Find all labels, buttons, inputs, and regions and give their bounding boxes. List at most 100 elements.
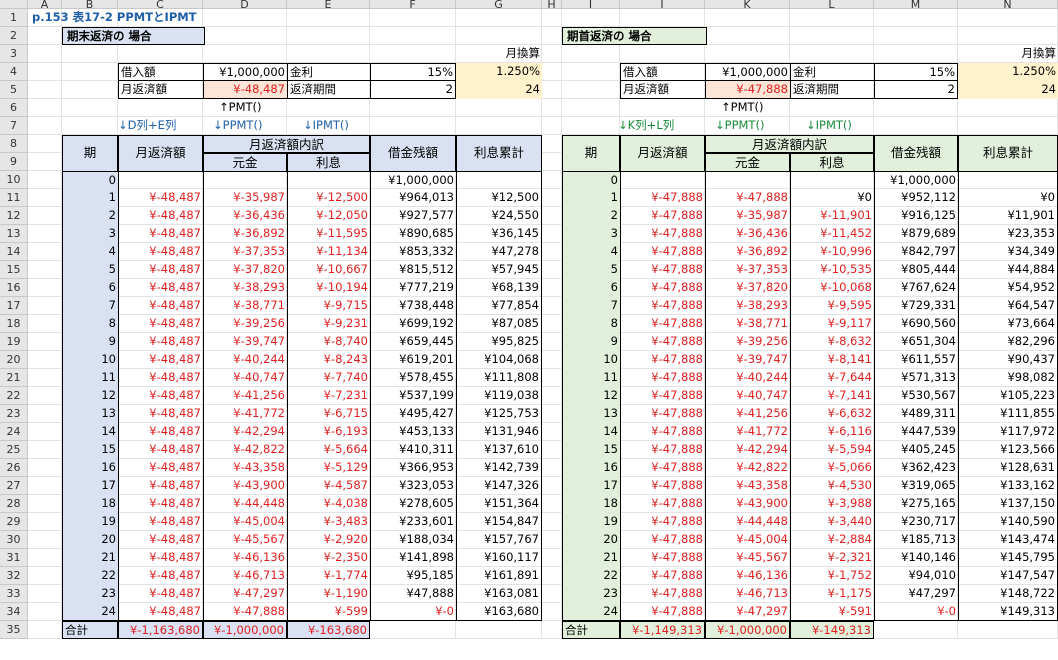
left-table-row-22-principal[interactable]: ¥-46,713 [203,567,287,585]
row-header-2[interactable]: 2 [0,27,28,45]
grid-cell[interactable] [542,369,562,387]
grid-cell[interactable] [874,27,958,45]
left-table-row-8-balance[interactable]: ¥699,192 [370,315,456,333]
right-table-row-4-balance[interactable]: ¥842,797 [874,243,958,261]
right-table-row-2-interest[interactable]: ¥-11,901 [790,207,874,225]
left-table-row-11-cumulative[interactable]: ¥111,808 [456,369,542,387]
left-row0-pay[interactable] [118,171,203,189]
grid-cell[interactable] [62,117,118,135]
grid-cell[interactable] [542,27,562,45]
right-table-row-1-cumulative[interactable]: ¥0 [958,189,1058,207]
right-table-row-2-balance[interactable]: ¥916,125 [874,207,958,225]
grid-cell[interactable] [874,621,958,639]
grid-cell[interactable] [562,81,620,99]
right-table-row-23-balance[interactable]: ¥47,297 [874,585,958,603]
left-row0-cumulative[interactable] [456,171,542,189]
left-table-row-24-pay[interactable]: ¥-48,487 [118,603,203,621]
grid-cell[interactable] [542,621,562,639]
left-table-row-10-pay[interactable]: ¥-48,487 [118,351,203,369]
left-table-row-2-principal[interactable]: ¥-36,436 [203,207,287,225]
row-header-26[interactable]: 26 [0,459,28,477]
left-table-row-18-cumulative[interactable]: ¥151,364 [456,495,542,513]
left-table-row-21-pay[interactable]: ¥-48,487 [118,549,203,567]
right-total-interest[interactable]: ¥-149,313 [790,621,874,639]
grid-cell[interactable] [28,207,62,225]
grid-cell[interactable] [118,45,203,63]
grid-cell[interactable] [790,45,874,63]
right-table-row-15-cumulative[interactable]: ¥123,566 [958,441,1058,459]
right-table-row-6-pay[interactable]: ¥-47,888 [620,279,705,297]
left-table-row-1-interest[interactable]: ¥-12,500 [287,189,370,207]
grid-cell[interactable] [28,621,62,639]
right-table-row-3-cumulative[interactable]: ¥23,353 [958,225,1058,243]
grid-cell[interactable] [28,423,62,441]
left-table-row-21-cumulative[interactable]: ¥160,117 [456,549,542,567]
right-table-row-9-interest[interactable]: ¥-8,632 [790,333,874,351]
grid-cell[interactable] [28,225,62,243]
left-table-row-20-interest[interactable]: ¥-2,920 [287,531,370,549]
right-table-row-24-interest[interactable]: ¥-591 [790,603,874,621]
right-table-row-21-principal[interactable]: ¥-45,567 [705,549,790,567]
right-table-row-15-principal[interactable]: ¥-42,294 [705,441,790,459]
row-header-12[interactable]: 12 [0,207,28,225]
left-table-row-2-interest[interactable]: ¥-12,050 [287,207,370,225]
row-header-17[interactable]: 17 [0,297,28,315]
left-table-row-12-pay[interactable]: ¥-48,487 [118,387,203,405]
left-table-row-18-principal[interactable]: ¥-44,448 [203,495,287,513]
left-table-row-9-balance[interactable]: ¥659,445 [370,333,456,351]
left-table-row-8-interest[interactable]: ¥-9,231 [287,315,370,333]
right-table-row-8-cumulative[interactable]: ¥73,664 [958,315,1058,333]
grid-cell[interactable] [542,477,562,495]
left-table-row-24-principal[interactable]: ¥-47,888 [203,603,287,621]
left-table-row-2-balance[interactable]: ¥927,577 [370,207,456,225]
row-header-11[interactable]: 11 [0,189,28,207]
right-rate-month[interactable]: 1.250% [958,63,1058,81]
right-table-row-16-principal[interactable]: ¥-42,822 [705,459,790,477]
right-row0-pay[interactable] [620,171,705,189]
left-table-row-13-principal[interactable]: ¥-41,772 [203,405,287,423]
left-table-row-7-principal[interactable]: ¥-38,771 [203,297,287,315]
left-table-row-1-principal[interactable]: ¥-35,987 [203,189,287,207]
left-table-row-14-balance[interactable]: ¥453,133 [370,423,456,441]
left-table-row-16-interest[interactable]: ¥-5,129 [287,459,370,477]
grid-cell[interactable] [705,9,790,27]
left-row0-interest[interactable] [287,171,370,189]
right-table-row-17-cumulative[interactable]: ¥133,162 [958,477,1058,495]
right-table-row-5-cumulative[interactable]: ¥44,884 [958,261,1058,279]
left-table-row-21-principal[interactable]: ¥-46,136 [203,549,287,567]
right-table-row-5-principal[interactable]: ¥-37,353 [705,261,790,279]
left-table-row-15-interest[interactable]: ¥-5,664 [287,441,370,459]
right-rate-label[interactable]: 金利 [790,63,874,81]
left-table-row-19-pay[interactable]: ¥-48,487 [118,513,203,531]
grid-cell[interactable] [542,603,562,621]
left-pay-label[interactable]: 月返済額 [118,81,203,99]
row-header-1[interactable]: 1 [0,9,28,27]
left-table-row-17-pay[interactable]: ¥-48,487 [118,477,203,495]
left-table-row-17-interest[interactable]: ¥-4,587 [287,477,370,495]
grid-cell[interactable] [542,513,562,531]
grid-cell[interactable] [28,567,62,585]
left-table-row-3-balance[interactable]: ¥890,685 [370,225,456,243]
left-table-row-23-balance[interactable]: ¥47,888 [370,585,456,603]
right-table-row-1-pay[interactable]: ¥-47,888 [620,189,705,207]
left-table-row-19-principal[interactable]: ¥-45,004 [203,513,287,531]
left-table-row-11-pay[interactable]: ¥-48,487 [118,369,203,387]
grid-cell[interactable] [203,45,287,63]
left-loan-label[interactable]: 借入額 [118,63,203,81]
right-table-row-9-principal[interactable]: ¥-39,256 [705,333,790,351]
left-rate-month[interactable]: 1.250% [456,63,542,81]
right-table-row-4-principal[interactable]: ¥-36,892 [705,243,790,261]
right-table-row-11-interest[interactable]: ¥-7,644 [790,369,874,387]
row-header-25[interactable]: 25 [0,441,28,459]
right-table-row-14-principal[interactable]: ¥-41,772 [705,423,790,441]
left-table-row-4-principal[interactable]: ¥-37,353 [203,243,287,261]
grid-cell[interactable] [542,261,562,279]
row-header-15[interactable]: 15 [0,261,28,279]
left-table-row-2-pay[interactable]: ¥-48,487 [118,207,203,225]
right-table-row-4-pay[interactable]: ¥-47,888 [620,243,705,261]
left-table-row-12-principal[interactable]: ¥-41,256 [203,387,287,405]
right-table-row-13-pay[interactable]: ¥-47,888 [620,405,705,423]
left-table-row-10-interest[interactable]: ¥-8,243 [287,351,370,369]
right-table-row-18-interest[interactable]: ¥-3,988 [790,495,874,513]
right-table-row-22-principal[interactable]: ¥-46,136 [705,567,790,585]
